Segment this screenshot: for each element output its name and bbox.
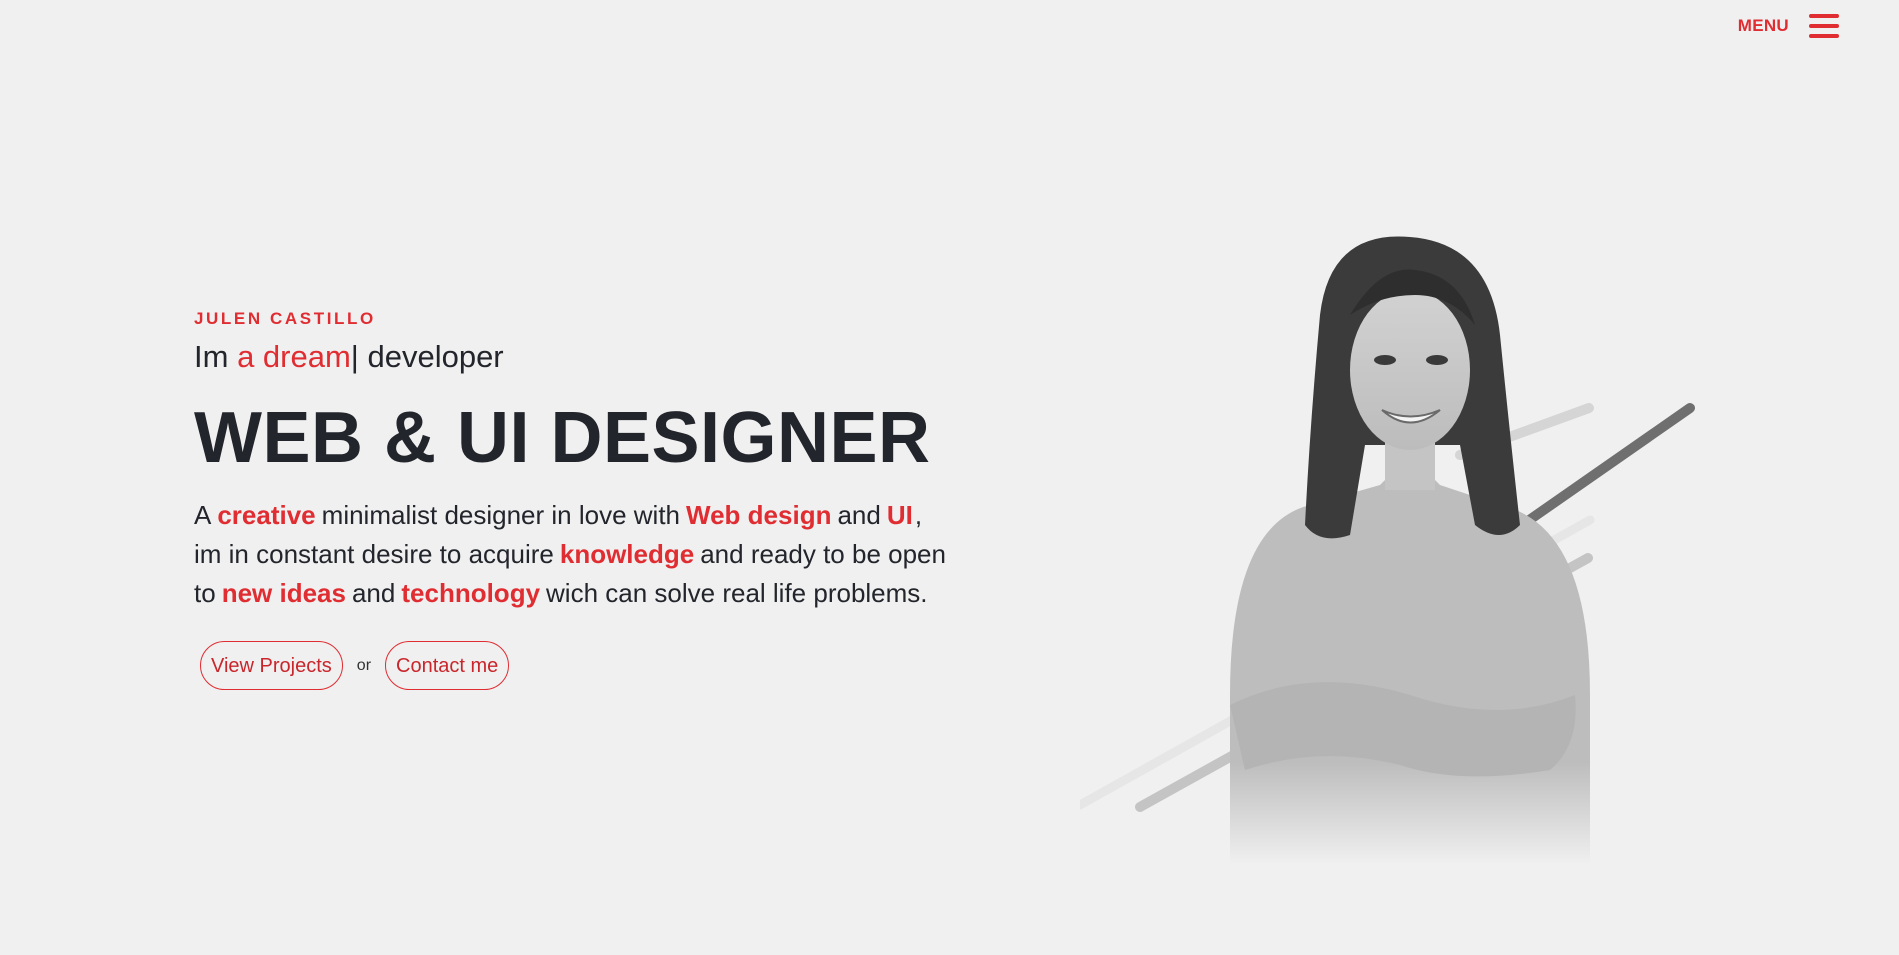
author-name: JULEN CASTILLO (194, 309, 376, 328)
role-typewriter: Im a dream| developer (194, 338, 1094, 376)
desc-text: A (194, 500, 212, 530)
desc-highlight: knowledge (559, 539, 695, 569)
desc-text: wich can solve real life problems. (546, 578, 928, 608)
portrait-illustration (1080, 236, 1695, 865)
contact-me-button[interactable]: Contact me (385, 641, 510, 690)
desc-highlight: new ideas (221, 578, 346, 608)
typing-cursor: | (350, 339, 359, 374)
desc-text: , (914, 500, 923, 530)
desc-highlight: creative (217, 500, 316, 530)
desc-highlight: technology (401, 578, 541, 608)
role-suffix: developer (358, 339, 504, 374)
role-prefix: Im (194, 339, 238, 374)
landing-page: MENU JULEN CASTILLO Im a dream| develope… (0, 0, 1899, 955)
page-title: WEB & UI DESIGNER (194, 398, 931, 478)
hamburger-bar (1809, 34, 1839, 38)
menu-label: MENU (1737, 16, 1789, 35)
eye-left (1374, 355, 1396, 365)
view-projects-button[interactable]: View Projects (200, 641, 343, 690)
face (1350, 290, 1470, 450)
desc-text: minimalist designer in love with (321, 500, 681, 530)
desc-text: and (837, 500, 881, 530)
role-typed-text: a dream (237, 339, 351, 374)
hamburger-icon[interactable] (1809, 14, 1839, 38)
menu-toggle[interactable]: MENU (1738, 14, 1839, 38)
desc-text: im in constant desire to acquire (194, 539, 554, 569)
hero-section: JULEN CASTILLO Im a dream| developer WEB… (194, 308, 1094, 690)
desc-highlight: Web design (686, 500, 832, 530)
hamburger-bar (1809, 14, 1839, 18)
eye-right (1426, 355, 1448, 365)
desc-text: to (194, 578, 216, 608)
intro-description: Acreative minimalist designer in love wit… (194, 496, 1074, 613)
hero-actions: View Projects or Contact me (200, 641, 1094, 690)
desc-text: and (351, 578, 396, 608)
desc-highlight: UI (886, 500, 913, 530)
or-separator: or (356, 656, 372, 674)
hamburger-bar (1809, 24, 1839, 28)
desc-text: and ready to be open (700, 539, 946, 569)
